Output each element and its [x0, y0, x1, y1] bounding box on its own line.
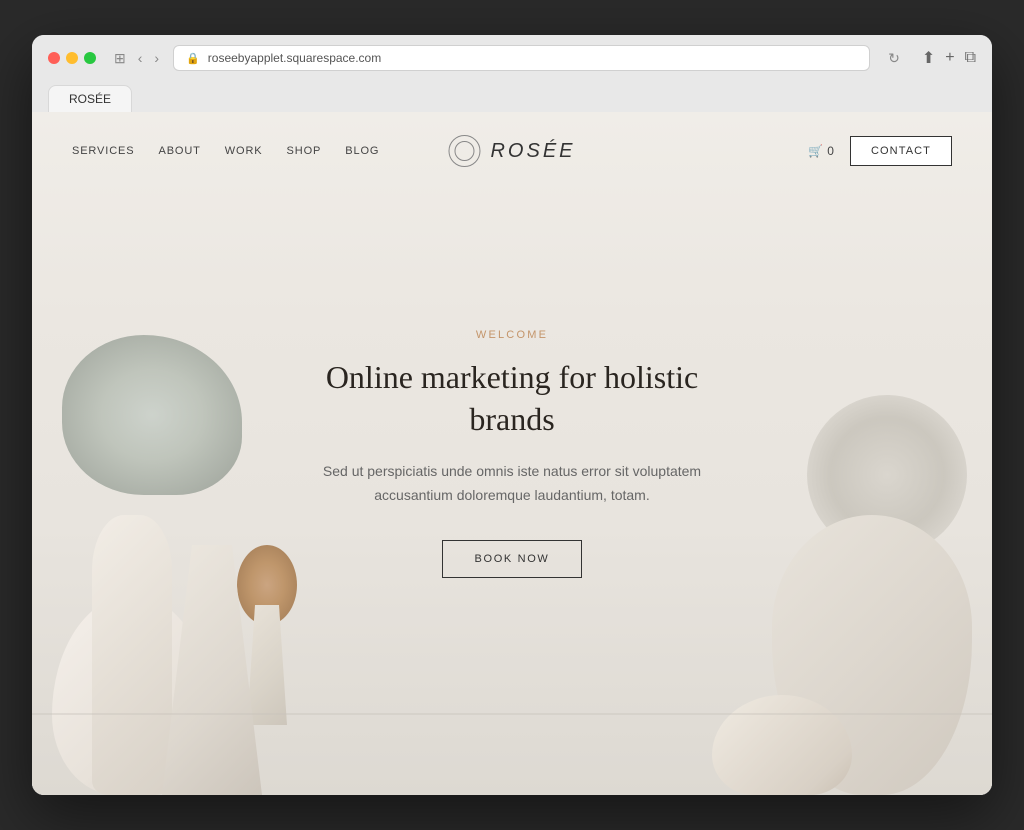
- maximize-button[interactable]: [84, 52, 96, 64]
- back-button[interactable]: ‹: [136, 48, 145, 68]
- cart-count: 0: [827, 144, 834, 158]
- browser-actions: ⬆ + ⧉: [922, 48, 976, 68]
- new-tab-button[interactable]: +: [945, 49, 954, 67]
- hero-subtitle: Sed ut perspiciatis unde omnis iste natu…: [322, 460, 702, 508]
- cart-icon: 🛒: [808, 144, 823, 158]
- close-button[interactable]: [48, 52, 60, 64]
- lock-icon: 🔒: [186, 52, 200, 65]
- welcome-label: WELCOME: [322, 329, 702, 341]
- forward-button[interactable]: ›: [152, 48, 161, 68]
- site-logo[interactable]: ROSÉE: [448, 135, 575, 167]
- browser-tabs: ROSÉE: [48, 81, 976, 112]
- minimize-button[interactable]: [66, 52, 78, 64]
- traffic-lights: [48, 52, 96, 64]
- reload-button[interactable]: ↻: [886, 48, 902, 69]
- nav-about[interactable]: ABOUT: [158, 145, 200, 157]
- book-now-button[interactable]: BOOK NOW: [442, 540, 583, 578]
- cart-button[interactable]: 🛒 0: [808, 144, 834, 158]
- browser-controls: ⊞ ‹ ›: [112, 48, 161, 69]
- hero-content: WELCOME Online marketing for holistic br…: [302, 309, 722, 598]
- logo-text: ROSÉE: [490, 140, 575, 163]
- browser-chrome: ⊞ ‹ › 🔒 roseebyapplet.squarespace.com ↻ …: [32, 35, 992, 112]
- hero-section: WELCOME Online marketing for holistic br…: [32, 112, 992, 795]
- nav-right: 🛒 0 CONTACT: [808, 136, 952, 166]
- browser-window: ⊞ ‹ › 🔒 roseebyapplet.squarespace.com ↻ …: [32, 35, 992, 795]
- nav-left: SERVICES ABOUT WORK SHOP BLOG: [72, 145, 379, 157]
- nav-services[interactable]: SERVICES: [72, 145, 134, 157]
- main-navigation: SERVICES ABOUT WORK SHOP BLOG ROSÉE 🛒 0 …: [32, 112, 992, 190]
- reload-control: ↻: [886, 48, 902, 69]
- url-text: roseebyapplet.squarespace.com: [208, 51, 381, 65]
- address-bar[interactable]: 🔒 roseebyapplet.squarespace.com: [173, 45, 870, 71]
- contact-button[interactable]: CONTACT: [850, 136, 952, 166]
- share-button[interactable]: ⬆: [922, 48, 935, 68]
- hero-title: Online marketing for holistic brands: [322, 357, 702, 440]
- active-tab[interactable]: ROSÉE: [48, 85, 132, 112]
- logo-circle-icon: [448, 135, 480, 167]
- nav-shop[interactable]: SHOP: [287, 145, 322, 157]
- window-toggle-button[interactable]: ⊞: [112, 48, 128, 69]
- website-content: SERVICES ABOUT WORK SHOP BLOG ROSÉE 🛒 0 …: [32, 112, 992, 795]
- tab-overview-button[interactable]: ⧉: [965, 49, 976, 67]
- nav-blog[interactable]: BLOG: [345, 145, 379, 157]
- nav-work[interactable]: WORK: [225, 145, 263, 157]
